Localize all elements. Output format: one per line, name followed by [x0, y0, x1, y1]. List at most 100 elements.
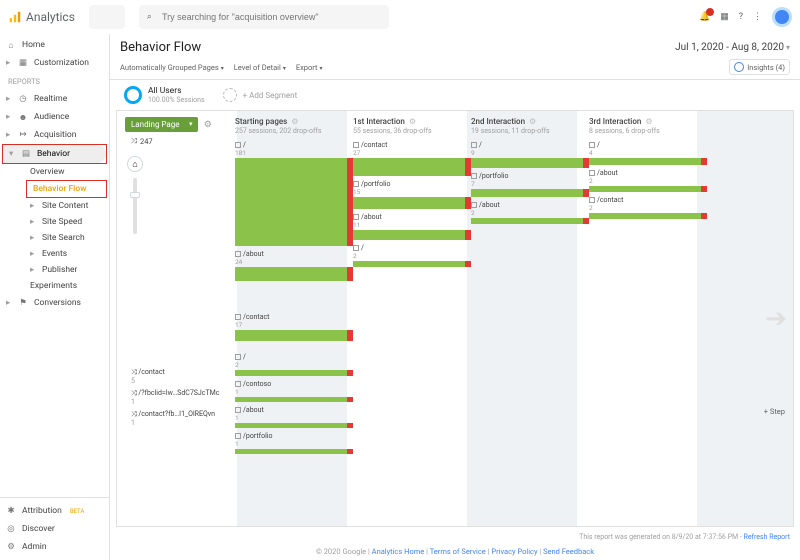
- nav-site-content[interactable]: ▸Site Content: [24, 198, 109, 214]
- chevron-down-icon: ▾: [786, 43, 790, 52]
- flow-node[interactable]: /about2: [589, 169, 707, 192]
- flow-node[interactable]: /portfolio7: [471, 172, 589, 197]
- flow-node[interactable]: /portfolio15: [353, 180, 471, 209]
- highlight-behavior: ▾▤Behavior: [2, 144, 107, 164]
- footer-link[interactable]: Privacy Policy: [491, 547, 537, 556]
- flow-node[interactable]: /2: [353, 244, 471, 267]
- nav-label: Conversions: [34, 298, 81, 308]
- reset-view-button[interactable]: ⌂: [127, 156, 143, 172]
- stage-gear-icon[interactable]: ⚙: [409, 117, 416, 126]
- segment-detail: 100.00% Sessions: [148, 96, 205, 104]
- stage-title[interactable]: 1st Interaction ⚙: [353, 117, 471, 126]
- nav-label: Behavior: [37, 149, 70, 159]
- nav-label: Admin: [22, 542, 47, 552]
- footer-link[interactable]: Terms of Service: [430, 547, 486, 556]
- zoom-slider[interactable]: [133, 178, 137, 234]
- flow-node[interactable]: /contact27: [353, 141, 471, 176]
- nav-acquisition[interactable]: ▸↦Acquisition: [0, 126, 109, 144]
- date-range-picker[interactable]: Jul 1, 2020 - Aug 8, 2020▾: [675, 42, 790, 53]
- nav-behavior-flow[interactable]: Behavior Flow: [27, 181, 106, 197]
- stage-title[interactable]: Starting pages ⚙: [235, 117, 353, 126]
- left-nav: ⌂Home ▸▦Customization REPORTS ▸◷Realtime…: [0, 34, 110, 560]
- segment-name: All Users: [148, 86, 205, 96]
- nav-behavior[interactable]: ▾▤Behavior: [3, 145, 106, 163]
- flow-node[interactable]: /about11: [353, 213, 471, 240]
- add-segment[interactable]: + Add Segment: [223, 88, 298, 102]
- nav-events[interactable]: ▸Events: [24, 246, 109, 262]
- refresh-report-link[interactable]: Refresh Report: [744, 533, 790, 541]
- search[interactable]: ⌕: [139, 5, 389, 29]
- footer-link[interactable]: Send Feedback: [543, 547, 594, 556]
- ga-logo[interactable]: Analytics: [8, 10, 75, 24]
- stage-gear-icon[interactable]: ⚙: [291, 117, 298, 126]
- home-icon: ⌂: [6, 40, 16, 51]
- stage-sub: 55 sessions, 36 drop-offs: [353, 127, 471, 135]
- segment-all-users[interactable]: All Users100.00% Sessions: [124, 86, 205, 104]
- topbar: Analytics ⌕ 🔔 ▦ ? ⋮: [0, 0, 800, 34]
- flow-node[interactable]: /contact17: [235, 313, 353, 341]
- notifications-button[interactable]: 🔔: [699, 12, 710, 22]
- insights-button[interactable]: Insights (4): [729, 59, 790, 75]
- nav-overview[interactable]: Overview: [24, 164, 109, 180]
- flow-stage: 3rd Interaction ⚙8 sessions, 6 drop-offs…: [589, 117, 707, 520]
- help-icon[interactable]: ?: [739, 12, 743, 22]
- source-item[interactable]: ⤨ /contact?fb…I1_OlREQvn1: [131, 410, 235, 427]
- dimension-picker[interactable]: Landing Page: [125, 117, 198, 132]
- flow-node[interactable]: /about2: [471, 201, 589, 224]
- footer-link[interactable]: Analytics Home: [372, 547, 425, 556]
- flow-node[interactable]: /portfolio1: [235, 432, 353, 454]
- nav-conversions[interactable]: ▸⚑Conversions: [0, 294, 109, 312]
- nav-attribution[interactable]: ✱AttributionBETA: [0, 502, 109, 520]
- nav-label: Attribution: [22, 506, 62, 516]
- settings-icon[interactable]: ⚙: [204, 120, 212, 130]
- stage-gear-icon[interactable]: ⚙: [529, 117, 536, 126]
- account-picker[interactable]: [89, 5, 125, 29]
- stage-gear-icon[interactable]: ⚙: [645, 117, 652, 126]
- nav-admin[interactable]: ⚙Admin: [0, 538, 109, 556]
- dashboard-icon: ▦: [18, 58, 28, 68]
- next-arrow-icon: ➔: [765, 304, 787, 334]
- app-name: Analytics: [26, 10, 75, 24]
- stage-title[interactable]: 2nd Interaction ⚙: [471, 117, 589, 126]
- stage-sub: 257 sessions, 202 drop-offs: [235, 127, 353, 135]
- flow-node[interactable]: /181: [235, 141, 353, 246]
- flow-node[interactable]: /2: [235, 353, 353, 376]
- nav-publisher[interactable]: ▸Publisher: [24, 262, 109, 278]
- apps-icon[interactable]: ▦: [720, 12, 729, 22]
- stage-title[interactable]: 3rd Interaction ⚙: [589, 117, 707, 126]
- ctl-export[interactable]: Export▾: [296, 63, 323, 72]
- nav-customization[interactable]: ▸▦Customization: [0, 54, 109, 72]
- source-item[interactable]: ⤨ /?fbclid=Iw…SdC7SJcTMc1: [131, 389, 235, 406]
- nav-home[interactable]: ⌂Home: [0, 36, 109, 54]
- flow-stage: 1st Interaction ⚙55 sessions, 36 drop-of…: [353, 117, 471, 520]
- flow-node[interactable]: /about24: [235, 250, 353, 281]
- flow-stage: Starting pages ⚙257 sessions, 202 drop-o…: [235, 117, 353, 520]
- ctl-grouping[interactable]: Automatically Grouped Pages▾: [120, 63, 224, 72]
- flow-node[interactable]: /contoso1: [235, 380, 353, 402]
- flow-node[interactable]: /contact2: [589, 196, 707, 219]
- person-icon: ☻: [18, 112, 28, 123]
- clock-icon: ◷: [18, 94, 28, 104]
- flow-node[interactable]: /about1: [235, 406, 353, 428]
- main: Behavior Flow Jul 1, 2020 - Aug 8, 2020▾…: [110, 34, 800, 560]
- nav-site-speed[interactable]: ▸Site Speed: [24, 214, 109, 230]
- segment-ring-icon: [124, 86, 142, 104]
- nav-discover[interactable]: ◎Discover: [0, 520, 109, 538]
- source-item[interactable]: ⤨ /contact5: [131, 368, 235, 385]
- more-icon[interactable]: ⋮: [753, 12, 762, 22]
- nav-site-search[interactable]: ▸Site Search: [24, 230, 109, 246]
- add-step-link[interactable]: + Step: [764, 407, 785, 416]
- ctl-lod[interactable]: Level of Detail▾: [234, 63, 286, 72]
- flow-node[interactable]: /9: [471, 141, 589, 168]
- flow-node[interactable]: /4: [589, 141, 707, 165]
- stage-sub: 19 sessions, 11 drop-offs: [471, 127, 589, 135]
- flow-source-col: Landing Page ⚙ ⤨247 ⌂ ⤨ /contact5⤨ /?fbc…: [125, 117, 235, 520]
- discover-icon: ◎: [6, 524, 16, 534]
- nav-realtime[interactable]: ▸◷Realtime: [0, 90, 109, 108]
- nav-label: Acquisition: [34, 130, 76, 140]
- highlight-behavior-flow: Behavior Flow: [26, 180, 107, 198]
- nav-experiments[interactable]: Experiments: [24, 278, 109, 294]
- nav-audience[interactable]: ▸☻Audience: [0, 108, 109, 126]
- account-avatar[interactable]: [772, 7, 792, 27]
- search-input[interactable]: [160, 11, 360, 23]
